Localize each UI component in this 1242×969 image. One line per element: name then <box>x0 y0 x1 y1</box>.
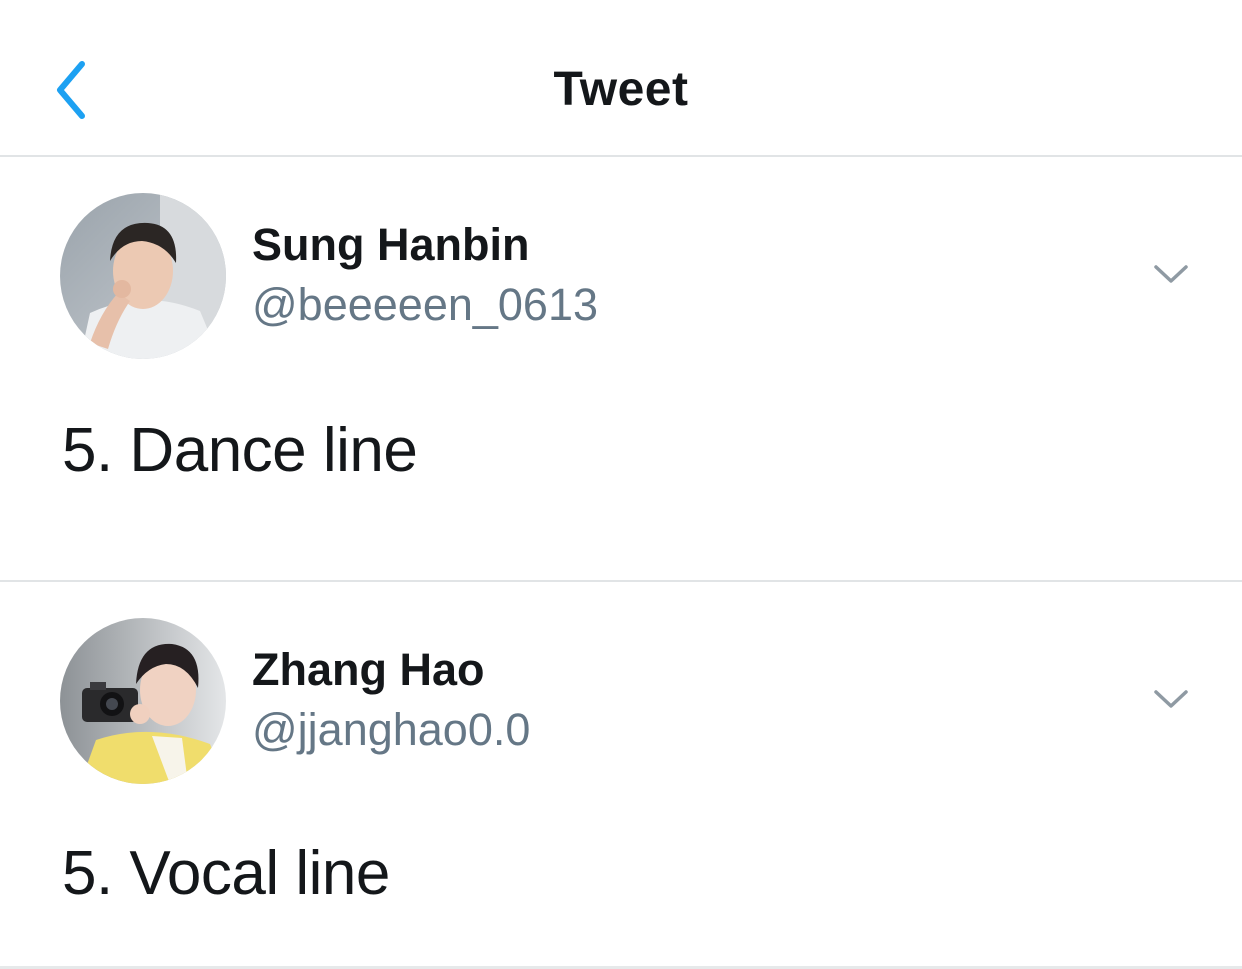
tweet[interactable]: Zhang Hao @jjanghao0.0 5. Vocal line <box>0 582 1242 969</box>
user-info: Zhang Hao @jjanghao0.0 <box>252 642 530 758</box>
avatar[interactable] <box>60 618 226 784</box>
chevron-down-icon[interactable] <box>1150 682 1192 716</box>
tweet-text: 5. Vocal line <box>62 839 390 908</box>
user-handle[interactable]: @beeeeen_0613 <box>252 277 598 333</box>
chevron-down-icon[interactable] <box>1150 257 1192 291</box>
page-title: Tweet <box>553 63 689 116</box>
display-name[interactable]: Sung Hanbin <box>252 217 598 273</box>
navigation-header: Tweet <box>0 0 1242 157</box>
user-handle[interactable]: @jjanghao0.0 <box>252 702 530 758</box>
display-name[interactable]: Zhang Hao <box>252 642 530 698</box>
tweet[interactable]: Sung Hanbin @beeeeen_0613 5. Dance line <box>0 157 1242 582</box>
user-info: Sung Hanbin @beeeeen_0613 <box>252 217 598 333</box>
tweet-text: 5. Dance line <box>62 416 418 485</box>
avatar[interactable] <box>60 193 226 359</box>
